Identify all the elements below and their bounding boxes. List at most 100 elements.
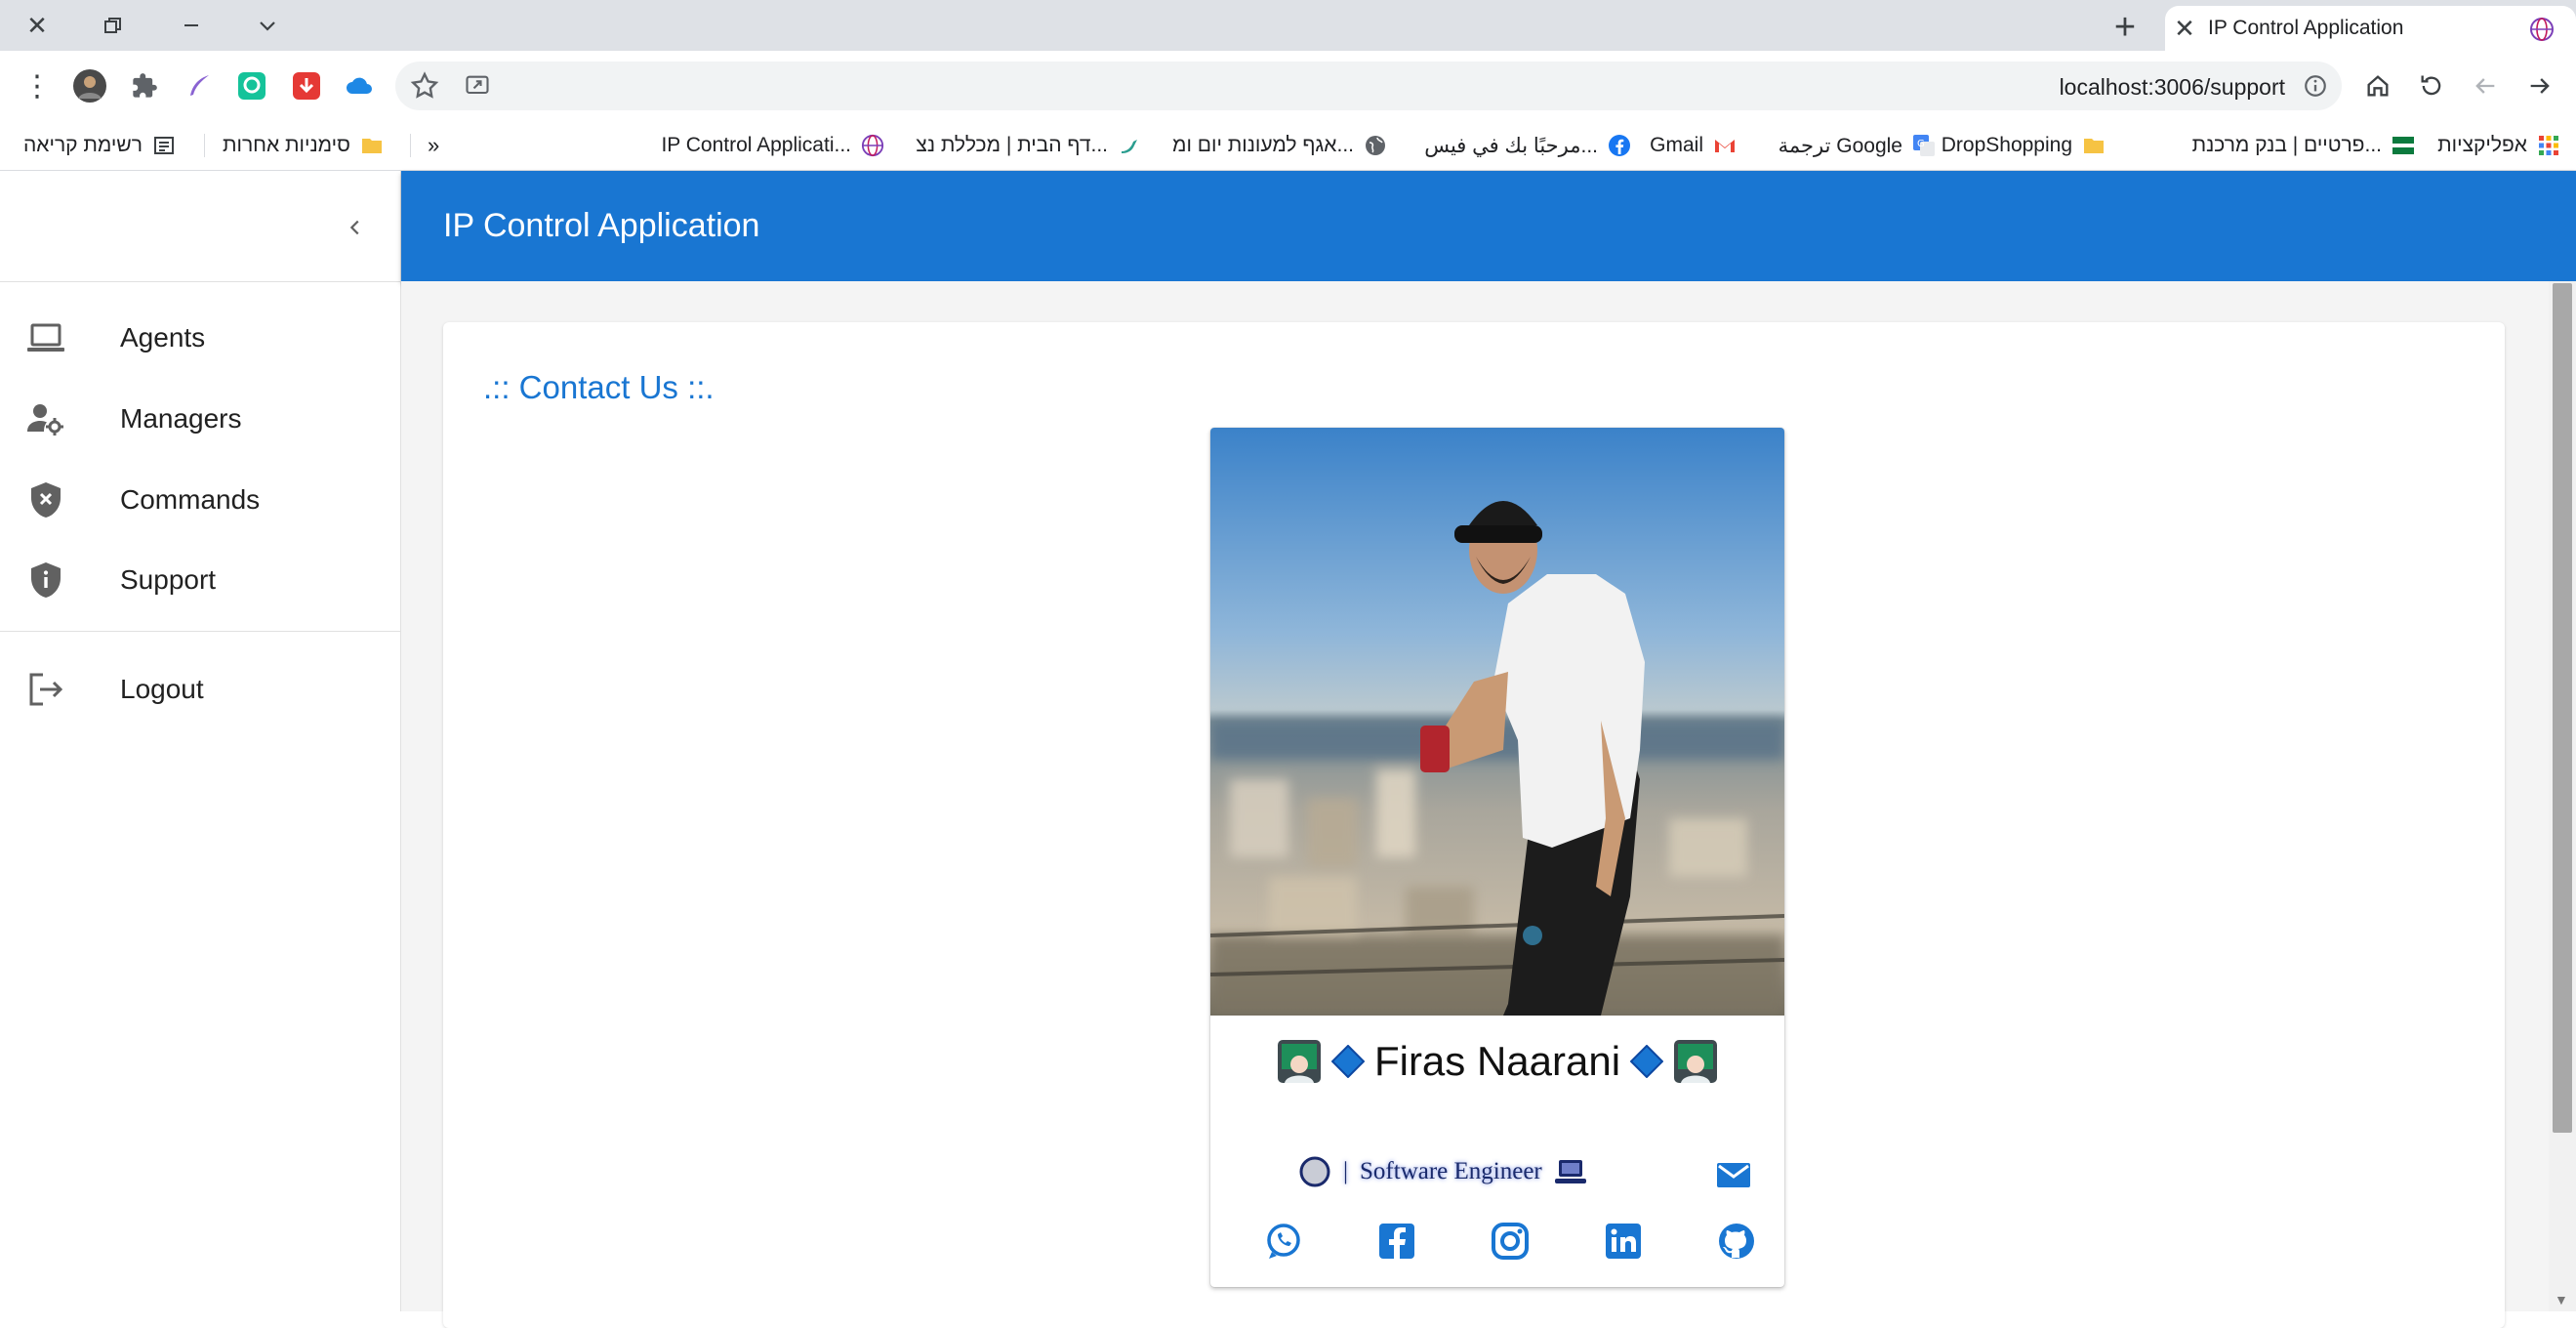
sidebar-item-commands[interactable]: Commands [0, 460, 400, 540]
sidebar-item-agents[interactable]: Agents [0, 298, 400, 378]
bookmark-label: DropShopping [1941, 134, 2072, 156]
bookmark-label: אגף למעונות יום ומ... [1172, 134, 1354, 156]
profile-name-row: Firas Naarani [1210, 1038, 1784, 1085]
close-window-icon[interactable]: ✕ [16, 8, 59, 43]
sidebar-item-label: Agents [120, 322, 206, 353]
bookmark-reading-list[interactable]: רשימת קריאה [23, 121, 176, 170]
whatsapp-icon[interactable] [1263, 1221, 1304, 1262]
bookmark-label: רשימת קריאה [23, 134, 143, 156]
github-icon[interactable] [1716, 1221, 1757, 1262]
scroll-down-arrow-icon[interactable]: ▼ [2555, 1292, 2568, 1307]
browser-menu-icon[interactable]: ⋮ [20, 68, 55, 104]
technologist-emoji-icon [1277, 1040, 1321, 1083]
download-extension-icon[interactable] [289, 68, 324, 104]
bookmark-other-bookmarks[interactable]: סימניות אחרות [223, 121, 384, 170]
logout-icon [25, 671, 66, 708]
bank-favicon-icon [2392, 137, 2414, 154]
email-icon[interactable] [1714, 1155, 1753, 1194]
vertical-scrollbar[interactable]: ▼ [2549, 281, 2576, 1311]
active-tab[interactable]: ✕ IP Control Application [2165, 6, 2576, 51]
bookmark-label: סימניות אחרות [223, 134, 350, 156]
bookmark-dropshopping[interactable]: DropShopping [1942, 121, 2106, 170]
quill-extension-icon[interactable] [182, 68, 217, 104]
address-bar[interactable]: localhost:3006/support [395, 62, 2342, 110]
folder-icon [361, 139, 382, 153]
tab-close-icon[interactable]: ✕ [2167, 13, 2202, 44]
minimize-window-icon[interactable] [170, 8, 213, 43]
url-text: localhost:3006/support [2059, 74, 2285, 100]
sidebar-item-managers[interactable]: Managers [0, 379, 400, 459]
bookmark-ip-control[interactable]: IP Control Applicati... [661, 121, 884, 170]
reading-list-icon [153, 137, 174, 154]
google-translate-icon: G [1913, 135, 1935, 156]
bookmark-google-translate[interactable]: ترجمة Google G [1779, 121, 1936, 170]
facebook-icon[interactable] [1376, 1221, 1417, 1262]
home-icon[interactable] [2360, 68, 2395, 104]
profile-card: Firas Naarani | Software Engineer [1210, 428, 1784, 1287]
sidebar-item-logout[interactable]: Logout [0, 649, 400, 729]
role-separator: | [1343, 1158, 1349, 1184]
sidebar-item-label: Support [120, 564, 217, 595]
bookmark-label: דף הבית | מכללת נצ... [916, 134, 1108, 156]
bookmark-facebook[interactable]: مرحبًا بك في فيس... [1424, 121, 1631, 170]
instagram-icon[interactable] [1490, 1221, 1531, 1262]
profile-name: Firas Naarani [1373, 1038, 1621, 1084]
profile-photo [1210, 428, 1784, 1016]
apps-grid-icon [2539, 136, 2558, 155]
tab-search-chevron-icon[interactable] [246, 8, 289, 43]
profile-role: Software Engineer [1360, 1158, 1542, 1184]
reload-icon[interactable] [2414, 68, 2449, 104]
extensions-puzzle-icon[interactable] [127, 68, 162, 104]
restore-window-icon[interactable] [92, 8, 135, 43]
share-page-icon[interactable] [464, 72, 491, 100]
sidebar-item-label: Managers [120, 403, 242, 434]
globe-favicon-icon [861, 134, 884, 157]
sidebar-item-label: Logout [120, 674, 204, 704]
browser-toolbar: ⋮ localhost:3006/support [0, 51, 2576, 121]
drawer-header [0, 171, 400, 282]
bookmarks-divider [410, 134, 411, 157]
main-content: .:: Contact Us ::. Firas Naarani | Softw… [401, 281, 2549, 1328]
linkedin-icon[interactable] [1603, 1221, 1644, 1262]
grammar-extension-icon[interactable] [234, 68, 269, 104]
bookmark-daycare[interactable]: אגף למעונות יום ומ... [1172, 121, 1387, 170]
bookmark-bank[interactable]: פרטיים | בנק מרכנת... [2192, 121, 2415, 170]
svg-text:G: G [1917, 139, 1925, 149]
bookmark-apps[interactable]: אפליקציות [2437, 121, 2560, 170]
bird-favicon-icon [1122, 140, 1137, 153]
profile-avatar[interactable] [72, 68, 107, 104]
sidebar-item-label: Commands [120, 484, 261, 515]
bookmarks-bar: אפליקציות פרטיים | בנק מרכנת... DropShop… [0, 121, 2576, 171]
bookmark-label: مرحبًا بك في فيس... [1424, 134, 1598, 157]
laptop-icon [25, 319, 66, 356]
bookmark-label: Gmail [1650, 134, 1703, 156]
forward-arrow-icon[interactable] [2468, 68, 2503, 104]
sidebar-item-support[interactable]: Support [0, 540, 400, 620]
laptop-emoji-icon [1554, 1160, 1586, 1183]
bookmark-gmail[interactable]: Gmail [1650, 121, 1737, 170]
radio-emoji-icon [1299, 1156, 1330, 1187]
cloud-extension-icon[interactable] [342, 68, 377, 104]
technologist-emoji-icon [1674, 1040, 1718, 1083]
gmail-icon [1715, 140, 1735, 152]
back-arrow-icon[interactable] [2522, 68, 2557, 104]
scrollbar-thumb[interactable] [2553, 283, 2572, 1133]
globe-favicon-icon [2530, 18, 2554, 41]
bookmark-label: אפליקציות [2437, 134, 2527, 156]
profile-role-row: | Software Engineer [1298, 1155, 1587, 1188]
sidebar-drawer: Agents Managers Commands Support Logout [0, 171, 401, 1311]
more-bookmarks-chevron[interactable]: » [428, 121, 439, 170]
new-tab-button[interactable]: + [2104, 7, 2147, 48]
app-title: IP Control Application [443, 207, 760, 244]
site-info-icon[interactable] [2303, 73, 2328, 99]
collapse-drawer-button[interactable] [336, 208, 375, 247]
app-bar: IP Control Application [401, 171, 2576, 281]
bookmark-star-icon[interactable] [409, 70, 440, 102]
page-heading: .:: Contact Us ::. [483, 369, 715, 405]
bookmark-label: IP Control Applicati... [661, 134, 851, 156]
shield-x-icon [25, 481, 66, 519]
chevron-left-icon [349, 220, 359, 235]
globe-icon [1366, 136, 1385, 155]
bookmark-college[interactable]: דף הבית | מכללת נצ... [916, 121, 1141, 170]
tab-title: IP Control Application [2208, 17, 2404, 39]
